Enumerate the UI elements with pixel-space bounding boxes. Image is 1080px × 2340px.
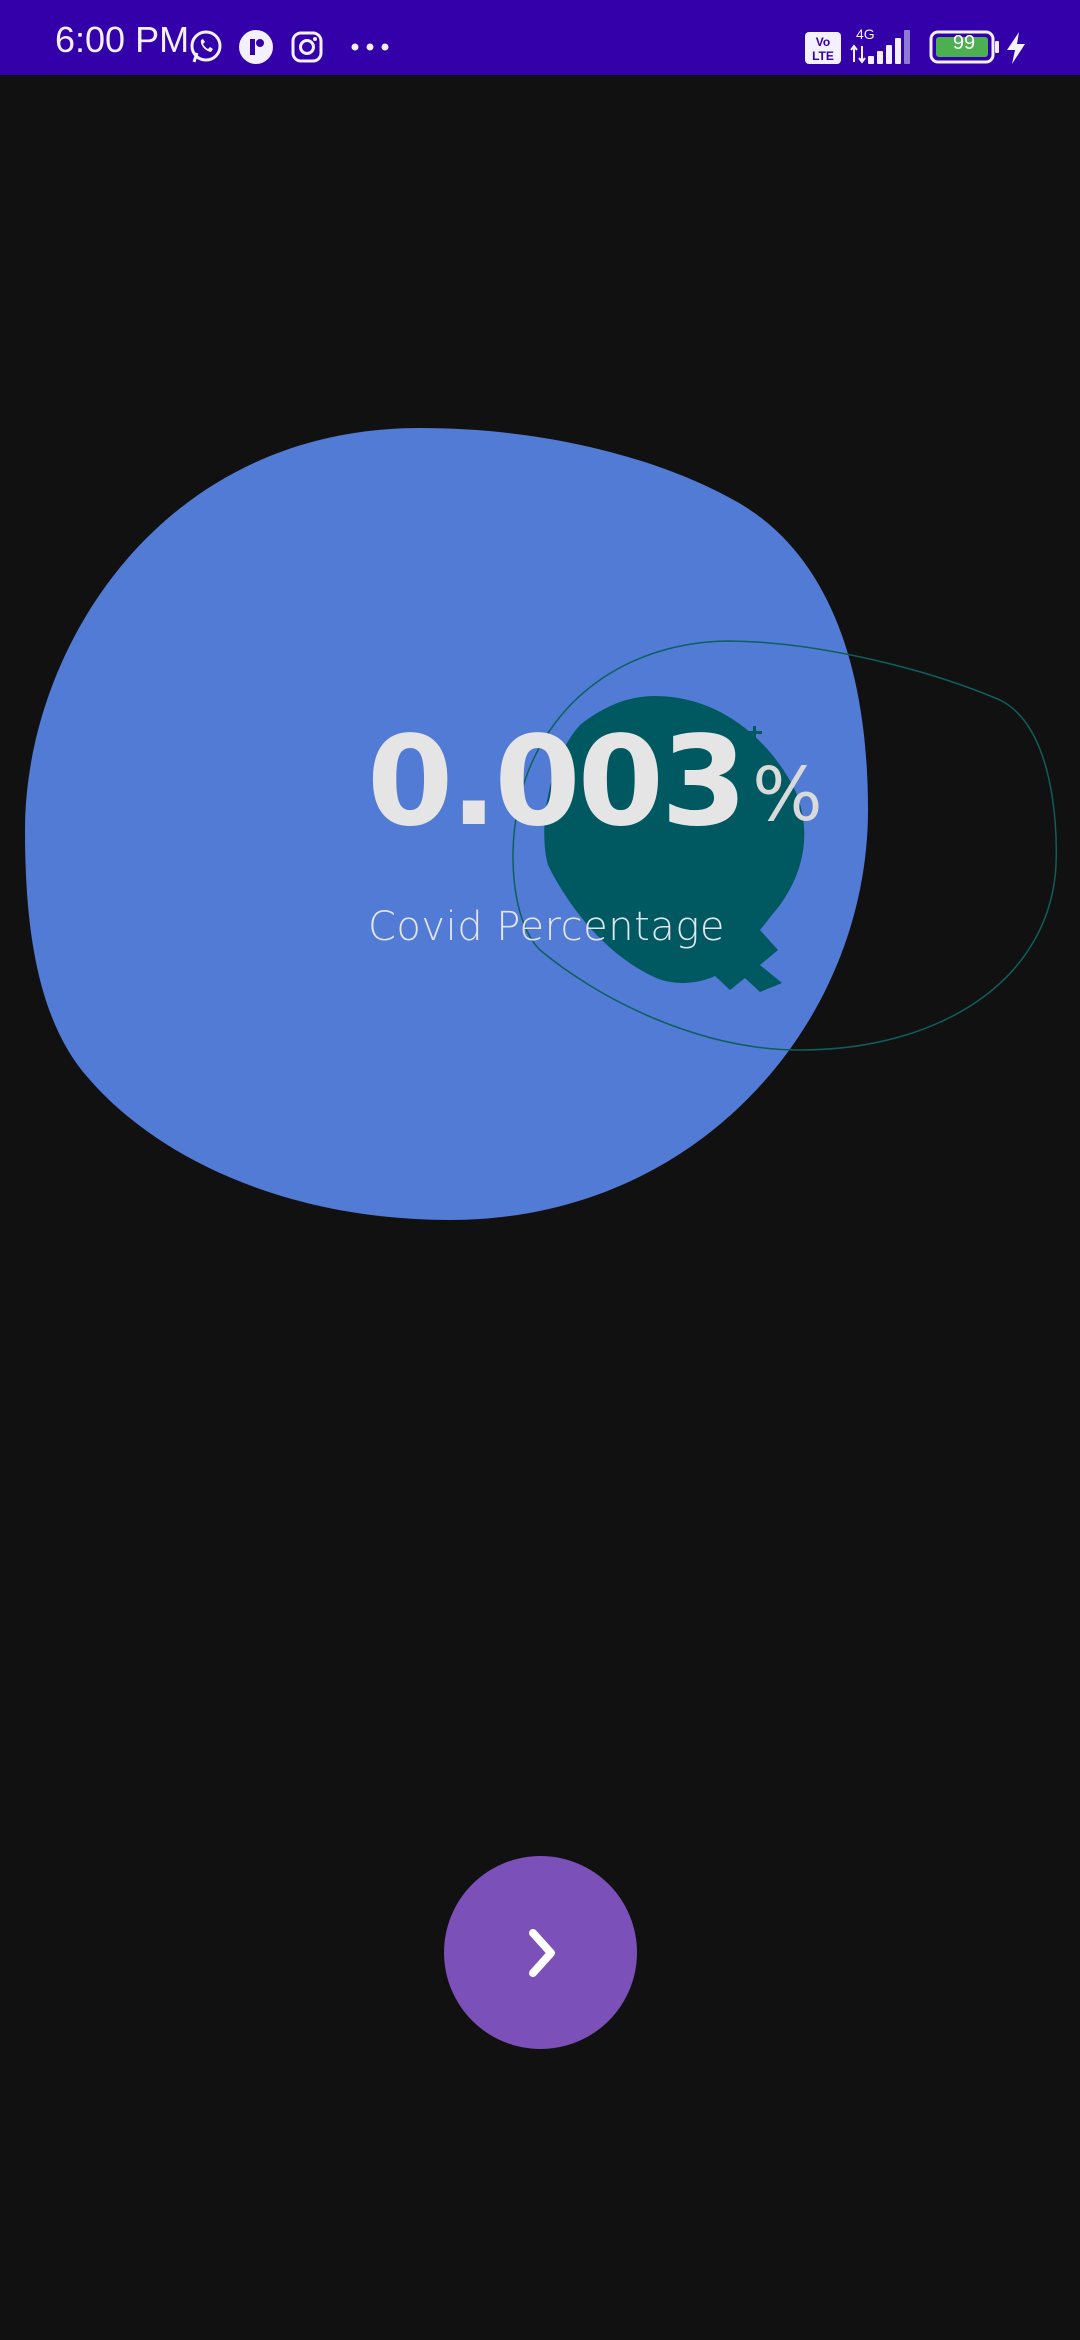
svg-text:Vo: Vo: [816, 35, 830, 49]
volte-icon: Vo LTE: [805, 32, 841, 64]
battery-level: 99: [952, 32, 976, 54]
status-bar: 6:00 PM Vo LTE 4G 99: [0, 0, 1080, 75]
status-time: 6:00 PM: [55, 19, 190, 60]
instagram-icon: [291, 31, 323, 63]
chevron-right-icon: [528, 1928, 555, 1977]
covid-percentage-row: 0.003%: [367, 720, 823, 844]
covid-percentage-label: Covid Percentage: [368, 904, 725, 950]
percent-sign: %: [752, 752, 823, 838]
data-activity-icon: [850, 44, 866, 64]
covid-percentage-value: 0.003: [367, 710, 747, 854]
signal-icon: [868, 30, 910, 64]
threads-icon: [239, 30, 273, 64]
charging-icon: [1007, 32, 1025, 64]
more-dots-icon: [351, 43, 389, 51]
next-button[interactable]: [444, 1856, 637, 2049]
svg-text:LTE: LTE: [812, 49, 834, 63]
whatsapp-icon: [190, 30, 222, 63]
